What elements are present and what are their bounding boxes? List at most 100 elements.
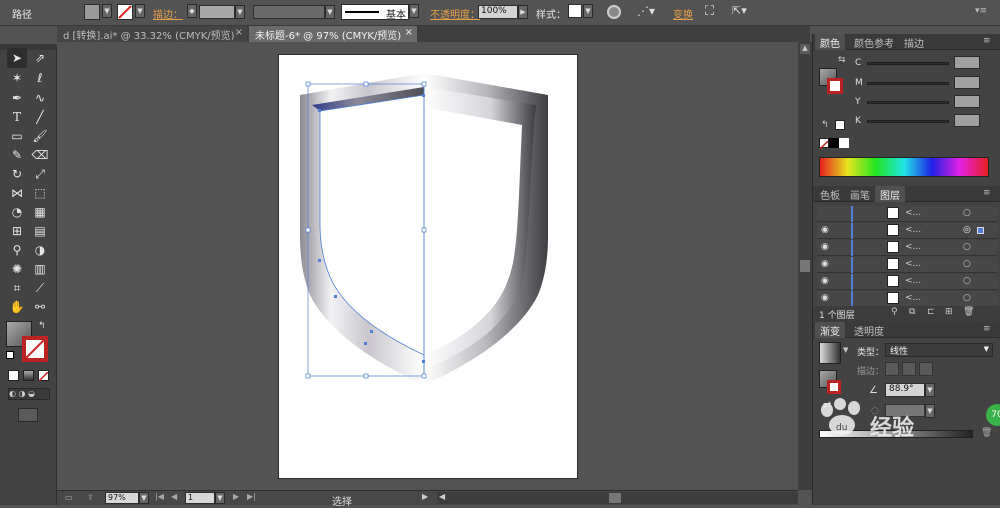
black-swatch[interactable] — [829, 138, 839, 148]
page-dropdown-icon[interactable]: ▼ — [215, 492, 225, 504]
color-mode-icon[interactable] — [8, 370, 19, 381]
tab-layers[interactable]: 图层 — [875, 186, 905, 202]
tab-document-2[interactable]: 未标题-6* @ 97% (CMYK/预览) × — [249, 26, 417, 42]
isolate-icon[interactable]: ⛶ — [705, 4, 721, 20]
visibility-eye-icon[interactable]: ◉ — [821, 225, 833, 235]
layer-row[interactable]: ◉ <... ○ — [817, 274, 997, 290]
stroke-dropdown-icon[interactable]: ▼ — [135, 4, 145, 18]
brush-definition[interactable]: 基本 — [341, 4, 409, 21]
opacity-input[interactable]: 100% — [478, 5, 518, 19]
visibility-eye-icon[interactable]: ◉ — [821, 293, 833, 303]
gradient-mode-icon[interactable] — [23, 370, 34, 381]
variable-width-dropdown-icon[interactable]: ▼ — [325, 5, 335, 19]
paintbrush-tool-icon[interactable]: 🖌 — [30, 126, 50, 146]
fill-dropdown-icon[interactable]: ▼ — [102, 4, 112, 18]
width-tool-icon[interactable]: ⋈ — [7, 183, 27, 203]
stroke-weight-input[interactable] — [199, 5, 235, 19]
close-tab-icon[interactable]: × — [405, 27, 413, 38]
gradient-type-select[interactable]: 线性 ▼ — [885, 343, 993, 357]
prev-page-icon[interactable]: ◀ — [171, 492, 177, 501]
draw-mode-icons[interactable]: ◐ ◑ ◒ — [8, 388, 50, 400]
opacity-dropdown-icon[interactable]: ▶ — [518, 5, 528, 19]
gradient-dropdown-icon[interactable]: ▼ — [843, 346, 848, 354]
none-swatch[interactable] — [819, 138, 829, 150]
angle-dropdown-icon[interactable]: ▼ — [925, 383, 935, 397]
tab-stroke[interactable]: 描边 — [899, 34, 929, 50]
tab-document-1[interactable]: d [转换].ai* @ 33.32% (CMYK/预览) × — [57, 26, 247, 42]
close-tab-icon[interactable]: × — [235, 27, 243, 38]
brush-dropdown-icon[interactable]: ▼ — [409, 4, 419, 18]
panel-menu-icon[interactable]: ≡ — [983, 188, 991, 198]
line-tool-icon[interactable]: ╱ — [30, 107, 50, 127]
delete-stop-icon[interactable]: 🗑 — [981, 428, 992, 438]
status-menu-icon[interactable]: ▶ — [422, 492, 428, 501]
zoom-dropdown-icon[interactable]: ▼ — [139, 492, 149, 504]
free-transform-tool-icon[interactable]: ⬚ — [30, 183, 50, 203]
selection-indicator[interactable] — [977, 227, 984, 234]
new-layer-icon[interactable]: ⊞ — [945, 307, 953, 317]
gradient-tool-icon[interactable]: ▤ — [30, 221, 50, 241]
page-input[interactable]: 1 — [185, 492, 215, 504]
mesh-tool-icon[interactable]: ⊞ — [7, 221, 27, 241]
stroke-weight-stepper[interactable]: ◆ — [187, 4, 197, 18]
align-to-icon[interactable]: ⋰▾ — [637, 4, 659, 20]
layer-row[interactable]: <... ○ — [817, 206, 997, 222]
panel-menu-icon[interactable]: ▾≡ — [975, 6, 995, 18]
opacity-label[interactable]: 不透明度： — [430, 6, 480, 21]
stroke-weight-label[interactable]: 描边： — [153, 6, 183, 21]
zoom-tool-icon[interactable]: ⚯ — [30, 297, 50, 317]
variable-width-profile[interactable] — [253, 5, 325, 19]
zoom-input[interactable]: 97% — [105, 492, 139, 504]
layer-row[interactable]: ◉ <... ○ — [817, 257, 997, 273]
web-color-icon[interactable] — [835, 120, 845, 130]
clipping-mask-icon[interactable]: ⧉ — [909, 307, 915, 317]
channel-slider[interactable] — [867, 120, 949, 123]
color-stroke-proxy[interactable] — [827, 78, 843, 94]
white-swatch[interactable] — [839, 138, 849, 148]
channel-slider[interactable] — [867, 101, 949, 104]
tab-brushes[interactable]: 画笔 — [845, 186, 875, 202]
target-icon[interactable]: ○ — [963, 276, 971, 286]
scale-tool-icon[interactable]: ⤢ — [30, 164, 50, 184]
rotate-tool-icon[interactable]: ↻ — [7, 164, 27, 184]
slice-tool-icon[interactable]: ⟋ — [30, 278, 50, 298]
next-page-icon[interactable]: ▶ — [233, 492, 239, 501]
scroll-up-icon[interactable]: ▲ — [800, 44, 810, 54]
symbol-sprayer-tool-icon[interactable]: ✺ — [7, 259, 27, 279]
target-icon[interactable]: ○ — [963, 259, 971, 269]
stroke-gradient-option[interactable] — [885, 362, 899, 376]
artboard-tool-icon[interactable]: ⌗ — [7, 278, 27, 298]
selection-tool-icon[interactable]: ➤ — [7, 48, 27, 68]
stroke-color-box[interactable] — [22, 336, 48, 362]
default-colors-icon[interactable] — [6, 351, 14, 359]
target-icon[interactable]: ○ — [963, 208, 971, 218]
more-options-icon[interactable]: ⇱▾ — [732, 4, 754, 20]
fill-swatch[interactable] — [84, 4, 100, 20]
horizontal-scrollbar[interactable]: ◀ — [437, 492, 798, 504]
gradient-stroke-proxy[interactable] — [827, 380, 841, 394]
visibility-eye-icon[interactable]: ◉ — [821, 242, 833, 252]
curvature-tool-icon[interactable]: ∿ — [30, 88, 50, 108]
pen-tool-icon[interactable]: ✒ — [7, 88, 27, 108]
layer-row[interactable]: ◉ <... ○ — [817, 291, 997, 307]
shield-artwork[interactable] — [290, 65, 565, 395]
channel-slider[interactable] — [867, 82, 949, 85]
direct-selection-tool-icon[interactable]: ⇗ — [30, 48, 50, 68]
transform-link[interactable]: 变换 — [673, 6, 693, 21]
type-tool-icon[interactable]: T — [7, 107, 27, 127]
column-graph-tool-icon[interactable]: ▥ — [30, 259, 50, 279]
scroll-thumb[interactable] — [800, 260, 810, 272]
eraser-tool-icon[interactable]: ⌫ — [30, 145, 50, 165]
rectangle-tool-icon[interactable]: ▭ — [7, 126, 27, 146]
target-icon[interactable]: ○ — [963, 242, 971, 252]
visibility-eye-icon[interactable]: ◉ — [821, 259, 833, 269]
tab-transparency[interactable]: 透明度 — [849, 322, 889, 338]
gradient-swatch[interactable] — [819, 342, 841, 364]
eyedropper-tool-icon[interactable]: ⚲ — [7, 240, 27, 260]
swap-colors-icon[interactable]: ↰ — [38, 321, 46, 331]
color-spectrum[interactable] — [819, 157, 989, 177]
last-page-icon[interactable]: ▶| — [247, 492, 256, 501]
first-page-icon[interactable]: |◀ — [155, 492, 164, 501]
perspective-grid-tool-icon[interactable]: ▦ — [30, 202, 50, 222]
style-swatch[interactable] — [568, 4, 582, 18]
